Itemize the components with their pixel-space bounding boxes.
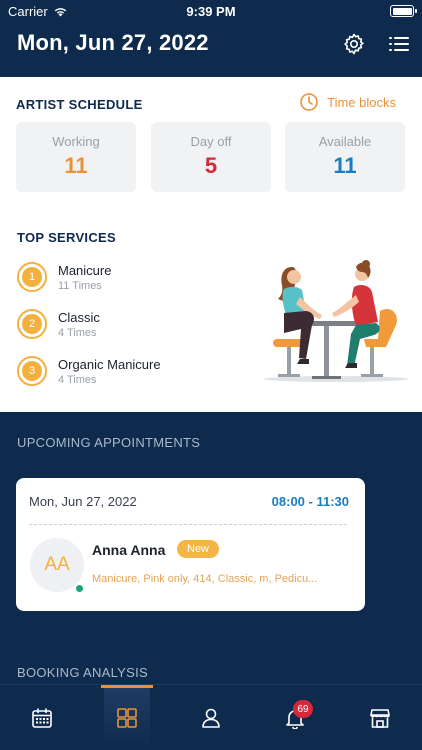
rank-badge: 3 [17, 356, 47, 386]
appointment-time-range: 08:00 - 11:30 [271, 494, 349, 509]
service-name: Manicure [58, 263, 112, 278]
service-times: 11 Times [58, 280, 102, 292]
upcoming-appointments-title: UPCOMING APPOINTMENTS [17, 435, 201, 450]
time-blocks-button[interactable]: Time blocks [299, 92, 396, 112]
rank-number: 3 [22, 361, 42, 381]
stat-label: Available [318, 134, 372, 149]
calendar-icon[interactable] [17, 685, 67, 750]
rank-badge: 2 [17, 309, 47, 339]
service-item[interactable]: 3 Organic Manicure 4 Times [17, 356, 161, 386]
stat-value: 5 [204, 153, 218, 178]
service-times: 4 Times [58, 327, 97, 339]
app-header: Carrier 9:39 PM Mon, Jun 27, 2022 [0, 0, 422, 77]
status-time: 9:39 PM [186, 4, 236, 19]
online-status-dot [75, 584, 84, 593]
battery-icon [390, 5, 417, 17]
status-bar: Carrier 9:39 PM [0, 0, 422, 22]
page-title: Mon, Jun 27, 2022 [17, 30, 209, 55]
rank-number: 1 [22, 267, 42, 287]
notification-count-badge: 69 [293, 700, 313, 718]
status-badge: New [177, 540, 220, 558]
stat-label: Day off [190, 134, 232, 149]
bell-icon[interactable] [270, 685, 320, 750]
dashboard-icon[interactable] [102, 685, 152, 750]
stat-label: Working [52, 134, 100, 149]
stat-day-off[interactable]: Day off 5 [151, 122, 271, 192]
service-name: Classic [58, 310, 100, 325]
stat-value: 11 [333, 153, 357, 178]
appointment-services: Manicure, Pink only, 414, Classic, m, Pe… [92, 573, 318, 585]
manicure-illustration [264, 260, 408, 382]
profile-icon[interactable] [186, 685, 236, 750]
bottom-nav [0, 684, 422, 750]
stat-working[interactable]: Working 11 [16, 122, 136, 192]
list-icon[interactable] [386, 31, 412, 57]
clock-icon [300, 93, 318, 111]
artist-schedule-title: ARTIST SCHEDULE [16, 97, 143, 112]
stat-value: 11 [64, 153, 88, 178]
stat-available[interactable]: Available 11 [285, 122, 405, 192]
appointment-date: Mon, Jun 27, 2022 [29, 494, 137, 509]
booking-analysis-title: BOOKING ANALYSIS [17, 665, 148, 680]
rank-number: 2 [22, 314, 42, 334]
service-item[interactable]: 2 Classic 4 Times [17, 309, 100, 339]
rank-badge: 1 [17, 262, 47, 292]
client-name: Anna Anna [92, 542, 166, 558]
top-services-title: TOP SERVICES [17, 230, 116, 245]
appointment-card[interactable]: Mon, Jun 27, 2022 08:00 - 11:30 AA Anna … [16, 478, 365, 611]
service-times: 4 Times [58, 374, 97, 386]
gear-icon[interactable] [341, 31, 367, 57]
store-icon[interactable] [355, 685, 405, 750]
divider [29, 524, 347, 525]
service-item[interactable]: 1 Manicure 11 Times [17, 262, 111, 292]
time-blocks-label: Time blocks [327, 94, 396, 110]
overview-card: ARTIST SCHEDULE Time blocks Working 11 D… [0, 77, 422, 412]
service-name: Organic Manicure [58, 357, 161, 372]
